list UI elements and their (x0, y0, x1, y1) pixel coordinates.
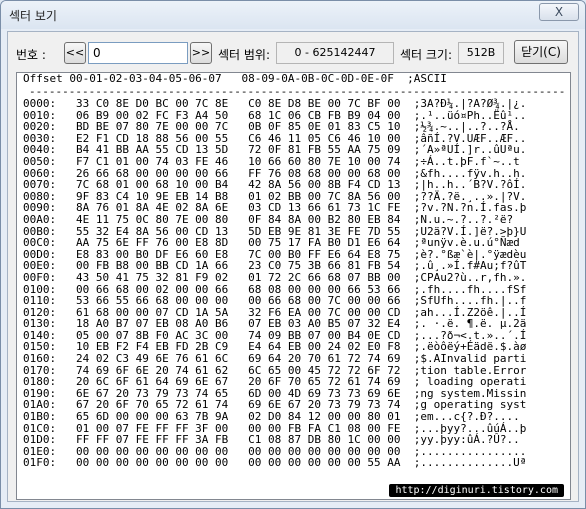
hex-dump-rows: 0000: 33 C0 8E D0 BC 00 7C 8E C0 8E D8 B… (17, 98, 526, 469)
title-bar: 섹터 보기 X (1, 1, 585, 29)
hex-row: 0000: 33 C0 8E D0 BC 00 7C 8E C0 8E D8 B… (23, 97, 527, 110)
hex-row: 0160: 24 02 C3 49 6E 76 61 6C 69 64 20 7… (23, 352, 527, 366)
sector-number-input[interactable] (88, 42, 188, 64)
sector-view-window: 섹터 보기 X 번호 : << >> 섹터 범위: 0 - 625142447 … (0, 0, 586, 509)
hex-row: 0070: 7C 68 01 00 68 10 00 B4 42 8A 56 0… (23, 178, 527, 192)
sector-number-label: 번호 : (16, 48, 46, 62)
sector-range-value: 0 - 625142447 (276, 42, 394, 64)
hex-row: 00A0: 4E 11 75 0C 80 7E 00 80 0F 84 8A 0… (23, 212, 514, 226)
watermark-url: http://diginuri.tistory.com (389, 484, 564, 497)
hex-row: 00F0: 43 50 41 75 32 81 F9 02 01 72 2C 6… (23, 270, 527, 284)
close-dialog-button[interactable]: 닫기(C) (514, 40, 568, 64)
prev-sector-button[interactable]: << (64, 42, 86, 64)
hex-row: 01B0: 65 6D 00 00 00 63 7B 9A 02 D0 84 1… (23, 410, 520, 424)
window-close-button[interactable]: X (539, 3, 579, 21)
hex-row: 0050: F7 C1 01 00 74 03 FE 46 10 66 60 8… (23, 154, 520, 168)
window-title: 섹터 보기 (9, 9, 57, 23)
hex-dump-header: Offset 00-01-02-03-04-05-06-07 08-09-0A-… (23, 72, 447, 85)
sector-size-label: 섹터 크기: (400, 48, 453, 62)
sector-range-label: 섹터 범위: (218, 48, 271, 62)
client-area: 번호 : << >> 섹터 범위: 0 - 625142447 섹터 크기: 5… (7, 31, 579, 502)
hex-dump-view[interactable]: Offset 00-01-02-03-04-05-06-07 08-09-0A-… (16, 72, 571, 500)
hex-row: 00C0: AA 75 6E FF 76 00 E8 8D 00 75 17 F… (23, 236, 520, 250)
hex-row: 0110: 53 66 55 66 68 00 00 00 00 66 68 0… (23, 294, 527, 308)
hex-row: 01F0: 00 00 00 00 00 00 00 00 00 00 00 0… (23, 456, 527, 470)
next-sector-button[interactable]: >> (190, 42, 212, 64)
sector-size-value: 512B (458, 42, 504, 64)
hex-dump-separator: ----------------------------------------… (29, 85, 566, 98)
